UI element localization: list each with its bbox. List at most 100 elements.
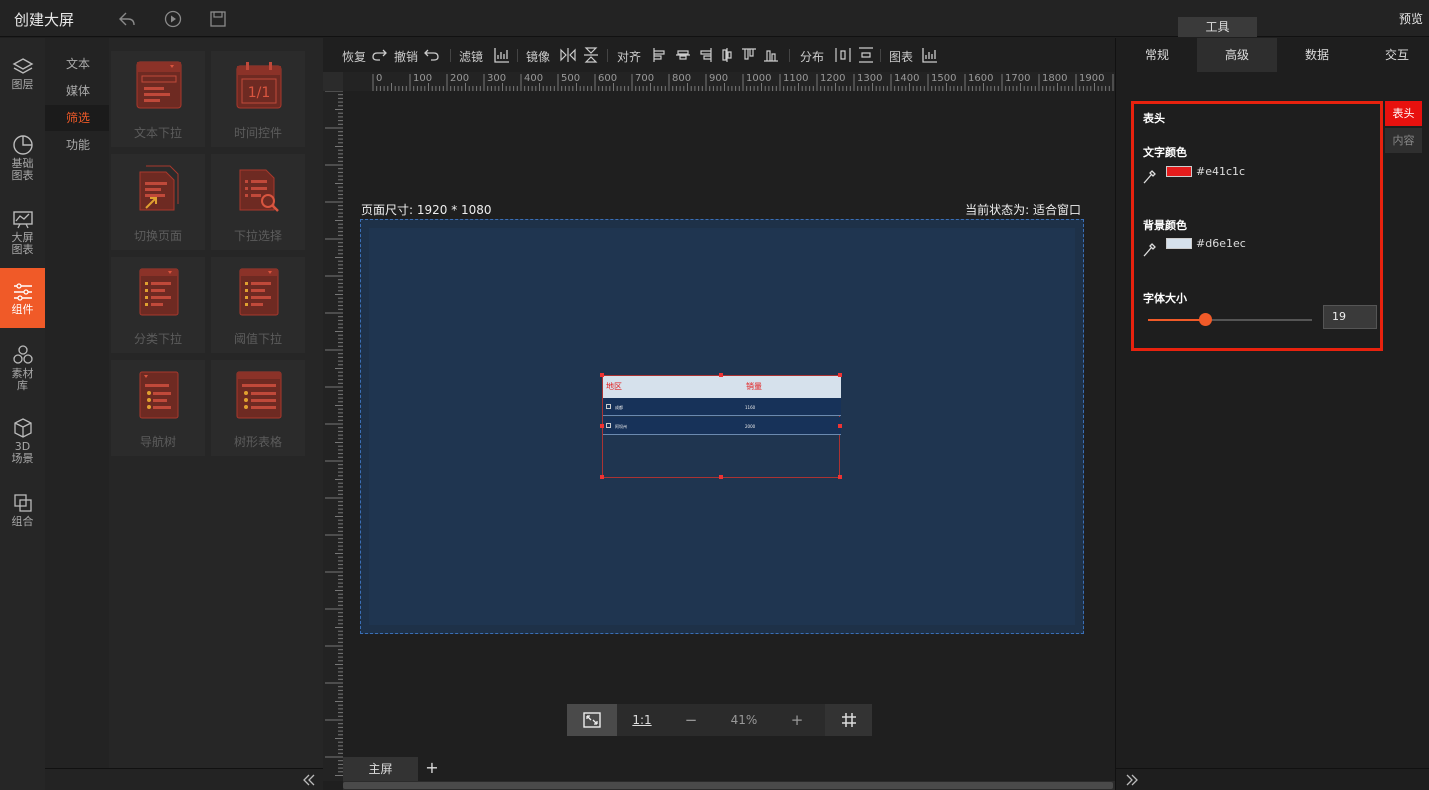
resize-handle[interactable]: [600, 475, 604, 479]
play-icon[interactable]: [164, 10, 182, 28]
distribute-horizontal-icon[interactable]: [835, 47, 851, 63]
nav-label: 素材库: [11, 367, 34, 392]
section-title: 表头: [1143, 112, 1165, 125]
component-text-dropdown[interactable]: 文本下拉: [111, 51, 205, 147]
distribute-vertical-icon[interactable]: [858, 47, 874, 63]
font-size-slider-handle[interactable]: [1199, 313, 1212, 326]
nav-screen-charts[interactable]: 大屏图表: [0, 210, 45, 256]
font-size-input[interactable]: 19: [1323, 305, 1377, 329]
align-center-icon[interactable]: [675, 47, 691, 63]
component-category-dropdown[interactable]: 分类下拉: [111, 257, 205, 353]
calendar-icon: 1/1: [236, 62, 282, 109]
text-color-swatch[interactable]: [1166, 166, 1192, 177]
left-panel-footer: [45, 768, 323, 790]
eyedropper-icon[interactable]: [1143, 241, 1157, 257]
nav-layers[interactable]: 图层: [0, 57, 45, 91]
ruler-label: 1100: [783, 73, 808, 84]
align-left-icon[interactable]: [652, 47, 668, 63]
resize-handle[interactable]: [719, 475, 723, 479]
redo-label[interactable]: 恢复: [342, 48, 366, 65]
add-page-button[interactable]: +: [422, 757, 442, 781]
table-row[interactable]: 成都 1160: [603, 398, 841, 416]
fit-window-button[interactable]: [567, 704, 617, 736]
zoom-out-button[interactable]: −: [667, 704, 715, 736]
undo-icon[interactable]: [424, 47, 440, 63]
component-time-control[interactable]: 1/1 时间控件: [211, 51, 305, 147]
component-label: 下拉选择: [233, 229, 282, 243]
filter-chart-icon[interactable]: [494, 47, 510, 63]
filter-label[interactable]: 滤镜: [459, 48, 483, 65]
resize-handle[interactable]: [838, 373, 842, 377]
expand-icon[interactable]: [606, 404, 611, 409]
align-label[interactable]: 对齐: [617, 48, 641, 65]
nav-label: 组合: [11, 515, 34, 528]
back-icon[interactable]: [118, 10, 136, 28]
category-filter[interactable]: 筛选: [45, 105, 109, 131]
distribute-label[interactable]: 分布: [800, 48, 824, 65]
align-bottom-icon[interactable]: [763, 47, 779, 63]
side-tab-content[interactable]: 内容: [1385, 128, 1422, 153]
nav-basic-charts[interactable]: 基础图表: [0, 134, 45, 182]
mirror-vertical-icon[interactable]: [583, 47, 599, 63]
tab-advanced[interactable]: 高级: [1197, 38, 1277, 72]
category-text[interactable]: 文本: [45, 51, 109, 77]
redo-icon[interactable]: [371, 47, 387, 63]
tool-tab[interactable]: 工具: [1178, 17, 1257, 37]
mirror-label[interactable]: 镜像: [526, 48, 550, 65]
zoom-in-button[interactable]: +: [773, 704, 821, 736]
tab-general[interactable]: 常规: [1117, 38, 1197, 72]
nav-materials[interactable]: 素材库: [0, 344, 45, 392]
bg-color-swatch[interactable]: [1166, 238, 1192, 249]
left-nav: 图层 基础图表 大屏图表 组件 素材库 3D场景 组合: [0, 38, 45, 790]
resize-handle[interactable]: [600, 373, 604, 377]
resize-handle[interactable]: [719, 373, 723, 377]
collapse-left-icon[interactable]: [302, 773, 316, 787]
eyedropper-icon[interactable]: [1143, 168, 1157, 184]
component-tree-table[interactable]: 树形表格: [211, 360, 305, 456]
align-top-icon[interactable]: [741, 47, 757, 63]
nav-label: 3D场景: [11, 440, 34, 465]
save-icon[interactable]: [209, 10, 227, 28]
toolbar-divider: [789, 49, 790, 62]
component-switch-page[interactable]: 切换页面: [111, 154, 205, 250]
component-panel: 文本下拉 1/1 时间控件 切换页面 下拉选择 分类下拉 阈值下拉 导航树 树形…: [109, 38, 323, 768]
align-right-icon[interactable]: [697, 47, 713, 63]
toolbar-divider: [450, 49, 451, 62]
nav-label: 大屏图表: [11, 231, 34, 256]
horizontal-ruler: 0 100 200 300 400 500 600 700 800 900 1000 1100 1200…: [343, 72, 1129, 91]
resize-handle[interactable]: [838, 475, 842, 479]
table-widget[interactable]: 地区 销量 成都 1160 阿坝州 2000: [600, 373, 842, 479]
preview-button[interactable]: 预览: [1399, 10, 1423, 27]
tab-main-screen[interactable]: 主屏: [343, 757, 418, 781]
actual-size-button[interactable]: 1:1: [617, 704, 667, 736]
side-tab-header[interactable]: 表头: [1385, 101, 1422, 126]
canvas-status-label: 当前状态为: 适合窗口: [965, 203, 1081, 217]
expand-right-icon[interactable]: [1125, 773, 1139, 787]
undo-label[interactable]: 撤销: [394, 48, 418, 65]
grid-toggle-button[interactable]: [825, 704, 872, 736]
chart-icon[interactable]: [922, 47, 938, 63]
category-function[interactable]: 功能: [45, 132, 109, 158]
align-hcenter-icon[interactable]: [719, 47, 735, 63]
category-media[interactable]: 媒体: [45, 78, 109, 104]
table-row[interactable]: 阿坝州 2000: [603, 417, 841, 435]
ruler-corner: [323, 72, 343, 91]
chart-label[interactable]: 图表: [889, 48, 913, 65]
tree-table-icon: [236, 371, 282, 419]
zoom-bar: 1:1 − 41% +: [567, 704, 872, 736]
mirror-horizontal-icon[interactable]: [560, 47, 576, 63]
tab-interaction[interactable]: 交互: [1357, 38, 1429, 72]
resize-handle[interactable]: [600, 424, 604, 428]
scrollbar-thumb[interactable]: [343, 782, 1113, 789]
tab-data[interactable]: 数据: [1277, 38, 1357, 72]
expand-icon[interactable]: [606, 423, 611, 428]
nav-components[interactable]: 组件: [0, 268, 45, 328]
component-nav-tree[interactable]: 导航树: [111, 360, 205, 456]
ruler-label: 1900: [1079, 73, 1104, 84]
horizontal-scrollbar[interactable]: [343, 781, 1115, 790]
nav-group[interactable]: 组合: [0, 492, 45, 528]
component-dropdown-select[interactable]: 下拉选择: [211, 154, 305, 250]
component-threshold-dropdown[interactable]: 阈值下拉: [211, 257, 305, 353]
resize-handle[interactable]: [838, 424, 842, 428]
nav-3d-scene[interactable]: 3D场景: [0, 417, 45, 465]
